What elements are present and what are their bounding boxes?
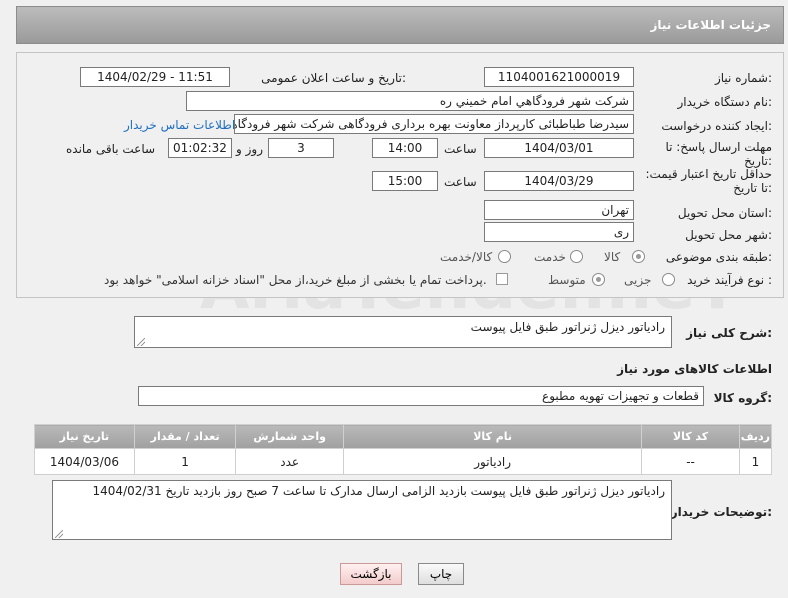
goods-table: ردیف کد کالا نام کالا واحد شمارش تعداد /… bbox=[34, 424, 773, 475]
resize-grip-icon[interactable] bbox=[137, 338, 145, 346]
reply-date-field: 1404/03/01 bbox=[484, 138, 634, 158]
buyer-contact-link[interactable]: اطلاعات تماس خریدار bbox=[124, 118, 235, 132]
process-medium-radio[interactable] bbox=[592, 273, 605, 286]
cell-unit: عدد bbox=[235, 448, 344, 475]
buyer-notes-text: رادیاتور دیزل ژنراتور طبق فایل پیوست باز… bbox=[92, 484, 665, 498]
creator-label: ایجاد کننده درخواست: bbox=[661, 119, 772, 133]
page-title: جزئیات اطلاعات نیاز bbox=[650, 18, 771, 32]
category-service-radio[interactable] bbox=[570, 250, 583, 263]
category-both-text: کالا/خدمت bbox=[440, 250, 493, 264]
goods-group-label: گروه کالا: bbox=[713, 391, 772, 405]
goods-group-field: قطعات و تجهیزات تهویه مطبوع bbox=[138, 386, 704, 406]
creator-field: سیدرضا طباطبائی کارپرداز معاونت بهره برد… bbox=[234, 114, 634, 134]
treasury-payment-text: پرداخت تمام یا بخشی از مبلغ خرید،از محل … bbox=[104, 273, 487, 287]
announce-date-label: تاریخ و ساعت اعلان عمومی: bbox=[261, 71, 406, 85]
cell-date: 1404/03/06 bbox=[34, 448, 135, 475]
city-label: شهر محل تحویل: bbox=[685, 228, 772, 242]
province-label: استان محل تحویل: bbox=[677, 206, 772, 220]
description-field[interactable]: رادیاتور دیزل ژنراتور طبق فایل پیوست bbox=[134, 316, 672, 348]
description-label: شرح کلی نیاز: bbox=[686, 326, 772, 340]
resize-grip-icon[interactable] bbox=[55, 530, 63, 538]
buyer-org-field: شرکت شهر فرودگاهي امام خميني ره bbox=[186, 91, 634, 111]
price-time-label: ساعت bbox=[444, 175, 477, 189]
process-partial-radio[interactable] bbox=[662, 273, 675, 286]
province-field: تهران bbox=[484, 200, 634, 220]
category-goods-text: کالا bbox=[604, 250, 621, 264]
days-label: روز و bbox=[236, 142, 263, 156]
category-goods-radio[interactable] bbox=[632, 250, 645, 263]
goods-table-header: ردیف کد کالا نام کالا واحد شمارش تعداد /… bbox=[34, 424, 773, 449]
goods-section-title: اطلاعات کالاهای مورد نیاز bbox=[617, 362, 772, 376]
category-label: طبقه بندی موضوعی: bbox=[665, 250, 772, 264]
buyer-org-label: نام دستگاه خریدار: bbox=[677, 95, 773, 109]
col-name: نام کالا bbox=[342, 424, 643, 449]
announce-date-field: 1404/02/29 - 11:51 bbox=[80, 67, 230, 87]
category-service-text: خدمت bbox=[534, 250, 566, 264]
cell-row: 1 bbox=[738, 448, 773, 475]
back-button[interactable]: بازگشت bbox=[340, 563, 402, 585]
need-number-field: 1104001621000019 bbox=[484, 67, 634, 87]
col-code: کد کالا bbox=[641, 424, 740, 449]
description-text: رادیاتور دیزل ژنراتور طبق فایل پیوست bbox=[470, 320, 665, 334]
days-field: 3 bbox=[268, 138, 334, 158]
col-unit: واحد شمارش bbox=[235, 424, 344, 449]
treasury-payment-checkbox[interactable] bbox=[496, 273, 508, 285]
reply-deadline-label: مهلت ارسال پاسخ: تا تاریخ: bbox=[665, 140, 772, 168]
city-field: ری bbox=[484, 222, 634, 242]
buyer-notes-label: توضیحات خریدار: bbox=[670, 505, 772, 519]
buyer-notes-field[interactable]: رادیاتور دیزل ژنراتور طبق فایل پیوست باز… bbox=[52, 480, 672, 540]
print-button[interactable]: چاپ bbox=[418, 563, 464, 585]
cell-qty: 1 bbox=[133, 448, 237, 475]
table-row: 1 -- رادیاتور عدد 1 1404/03/06 bbox=[34, 448, 773, 475]
need-number-label: شماره نیاز: bbox=[714, 71, 772, 85]
process-medium-text: متوسط bbox=[548, 273, 586, 287]
reply-time-field: 14:00 bbox=[372, 138, 438, 158]
reply-time-label: ساعت bbox=[444, 142, 477, 156]
col-qty: تعداد / مقدار bbox=[133, 424, 237, 449]
cell-code: -- bbox=[641, 448, 740, 475]
col-date: تاریخ نیاز bbox=[34, 424, 135, 449]
price-time-field: 15:00 bbox=[372, 171, 438, 191]
remaining-time-field: 01:02:32 bbox=[168, 138, 232, 158]
col-row: ردیف bbox=[738, 424, 773, 449]
page-header: جزئیات اطلاعات نیاز bbox=[16, 6, 784, 44]
price-date-field: 1404/03/29 bbox=[484, 171, 634, 191]
process-partial-text: جزیی bbox=[624, 273, 652, 287]
process-type-label: نوع فرآیند خرید : bbox=[687, 273, 772, 287]
cell-name: رادیاتور bbox=[342, 448, 643, 475]
remaining-time-label: ساعت باقی مانده bbox=[66, 142, 156, 156]
category-both-radio[interactable] bbox=[498, 250, 511, 263]
price-deadline-label: حداقل تاریخ اعتبار قیمت: تا تاریخ: bbox=[645, 167, 772, 195]
